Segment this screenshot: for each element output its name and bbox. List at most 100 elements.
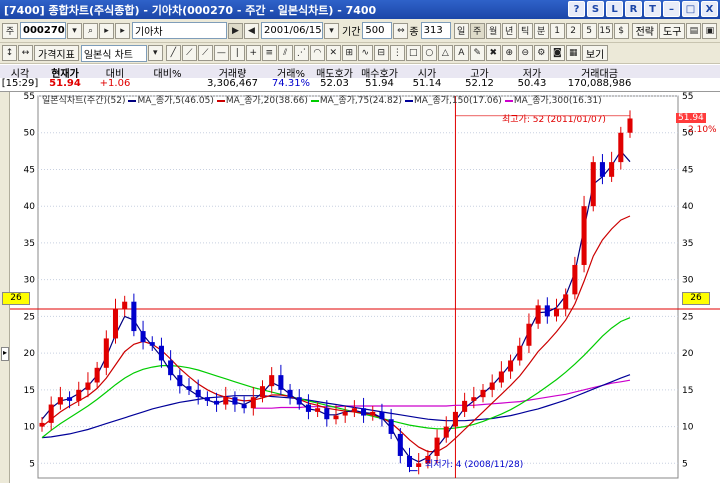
prev-stock-icon[interactable]: ▸ xyxy=(99,22,114,39)
qh-ask: 매도호가 xyxy=(312,65,357,80)
period-input[interactable]: 500 xyxy=(362,22,393,39)
period-15[interactable]: 15 xyxy=(597,22,613,39)
period-day[interactable]: 일 xyxy=(453,22,469,39)
line-tool-icon[interactable]: ╱ xyxy=(165,45,181,61)
left-splitter[interactable]: ▸ xyxy=(0,92,10,483)
chart-type-dropdown-icon[interactable]: ▾ xyxy=(147,45,163,61)
erase-tool-icon[interactable]: ✎ xyxy=(469,45,485,61)
candle-body xyxy=(535,305,541,324)
chart-list-icon[interactable]: ▦ xyxy=(565,45,581,61)
zoom-out-icon[interactable]: ⊖ xyxy=(517,45,533,61)
period-2[interactable]: 2 xyxy=(565,22,581,39)
qv-high: 52.12 xyxy=(465,78,494,89)
title-bar: [7400] 종합차트(주식종합) - 기아차(000270 - 주간 - 일본… xyxy=(0,0,720,19)
high-annotation: 최고가: 52 (2011/01/07) xyxy=(502,115,606,125)
next-stock-icon[interactable]: ▸ xyxy=(115,22,130,39)
cycle-tool-icon[interactable]: ∿ xyxy=(357,45,373,61)
t-button[interactable]: T xyxy=(644,1,661,17)
legend-swatch xyxy=(504,99,513,102)
r-button[interactable]: R xyxy=(625,1,642,17)
print-icon[interactable]: ▤ xyxy=(686,22,702,39)
period-prefix[interactable]: 주 xyxy=(2,22,18,39)
vline-tool-icon[interactable]: | xyxy=(229,45,245,61)
candle-body xyxy=(241,404,247,409)
candle-body xyxy=(443,426,449,438)
close-button[interactable]: X xyxy=(701,1,718,17)
maximize-button[interactable]: □ xyxy=(682,1,699,17)
trend-tool-icon[interactable]: ⟋ xyxy=(197,45,213,61)
help-button[interactable]: ? xyxy=(568,1,585,17)
stock-code-input[interactable]: 000270 xyxy=(20,22,66,39)
gann-tool-icon[interactable]: ✕ xyxy=(325,45,341,61)
y-tick-label-left: 10 xyxy=(24,423,36,433)
fibo-tool-icon[interactable]: ≡ xyxy=(261,45,277,61)
y-tick-label-right: 20 xyxy=(682,349,694,359)
circle-tool-icon[interactable]: ○ xyxy=(421,45,437,61)
qv-price: 51.94 xyxy=(49,78,81,89)
code-dropdown-icon[interactable]: ▾ xyxy=(67,22,82,39)
qv-amount: 170,088,986 xyxy=(567,78,632,89)
s-button[interactable]: S xyxy=(587,1,604,17)
qv-low: 50.43 xyxy=(517,78,547,89)
arrow-lr-icon[interactable]: ↔ xyxy=(18,45,33,61)
tools-button[interactable]: 도구 xyxy=(659,22,686,39)
date-input[interactable]: 2001/06/15 xyxy=(261,22,323,39)
period-1[interactable]: 1 xyxy=(549,22,565,39)
y-tick-label-right: 45 xyxy=(682,165,693,175)
search-icon[interactable]: ⌕ xyxy=(83,22,98,39)
minimize-button[interactable]: – xyxy=(663,1,680,17)
expand-tab-icon[interactable]: ▸ xyxy=(1,347,9,361)
candle-body xyxy=(232,397,238,405)
l-button[interactable]: L xyxy=(606,1,623,17)
triangle-tool-icon[interactable]: △ xyxy=(437,45,453,61)
period-week[interactable]: 주 xyxy=(469,22,485,39)
y-tick-label-left: 30 xyxy=(24,276,36,286)
delete-tool-icon[interactable]: ✖ xyxy=(485,45,501,61)
y-tick-label-left: 45 xyxy=(24,165,35,175)
chart-type-select[interactable]: 일본식 차트 xyxy=(80,44,147,62)
config-icon[interactable]: ⚙ xyxy=(533,45,549,61)
speed-tool-icon[interactable]: ⋮ xyxy=(389,45,405,61)
cross-tool-icon[interactable]: + xyxy=(245,45,261,61)
legend-label: MA_종가,150(17.06) xyxy=(414,96,502,106)
period-month[interactable]: 월 xyxy=(485,22,501,39)
count-input[interactable]: 313 xyxy=(420,22,451,39)
play-icon[interactable]: ▶ xyxy=(228,22,243,39)
rect-tool-icon[interactable]: □ xyxy=(405,45,421,61)
legend-swatch xyxy=(216,99,225,102)
indicator-button[interactable]: 가격지표 xyxy=(34,45,79,61)
date-dropdown-icon[interactable]: ▾ xyxy=(324,22,339,39)
candle-body xyxy=(259,386,266,398)
qv-time: [15:29] xyxy=(1,78,39,89)
hline-tool-icon[interactable]: — xyxy=(213,45,229,61)
qv-ask: 52.03 xyxy=(320,78,349,89)
period-year[interactable]: 년 xyxy=(501,22,517,39)
dollar-icon[interactable]: $ xyxy=(613,22,629,39)
save-icon[interactable]: ▣ xyxy=(702,22,718,39)
legend-swatch xyxy=(310,99,319,102)
period-5[interactable]: 5 xyxy=(581,22,597,39)
back-icon[interactable]: ◀ xyxy=(244,22,259,39)
fan-tool-icon[interactable]: ⋰ xyxy=(293,45,309,61)
text-tool-icon[interactable]: A xyxy=(453,45,469,61)
toggle-icon[interactable]: ↕ xyxy=(2,45,17,61)
period-tick[interactable]: 틱 xyxy=(517,22,533,39)
split-tool-icon[interactable]: ⊟ xyxy=(373,45,389,61)
qv-volume: 3,306,467 xyxy=(207,78,258,89)
candle-body xyxy=(627,118,633,133)
scroll-icon[interactable]: ⇔ xyxy=(393,22,409,39)
stock-name-field[interactable]: 기아차 xyxy=(132,22,227,39)
lock-icon[interactable]: ◙ xyxy=(549,45,565,61)
view-button[interactable]: 보기 xyxy=(581,45,609,61)
dline-tool-icon[interactable]: ⟋ xyxy=(181,45,197,61)
period-minute[interactable]: 분 xyxy=(533,22,549,39)
arc-tool-icon[interactable]: ◠ xyxy=(309,45,325,61)
price-chart[interactable]: 5 510 1015 1520 2025 2530 3035 3540 4045 4550 5055… xyxy=(0,92,720,483)
zoom-in-icon[interactable]: ⊕ xyxy=(501,45,517,61)
channel-tool-icon[interactable]: ⫽ xyxy=(277,45,293,61)
grid-tool-icon[interactable]: ⊞ xyxy=(341,45,357,61)
strategy-button[interactable]: 전략 xyxy=(631,22,659,39)
qh-time: 시각 xyxy=(0,65,40,80)
candle-body xyxy=(39,422,45,427)
candle-body xyxy=(379,411,385,420)
